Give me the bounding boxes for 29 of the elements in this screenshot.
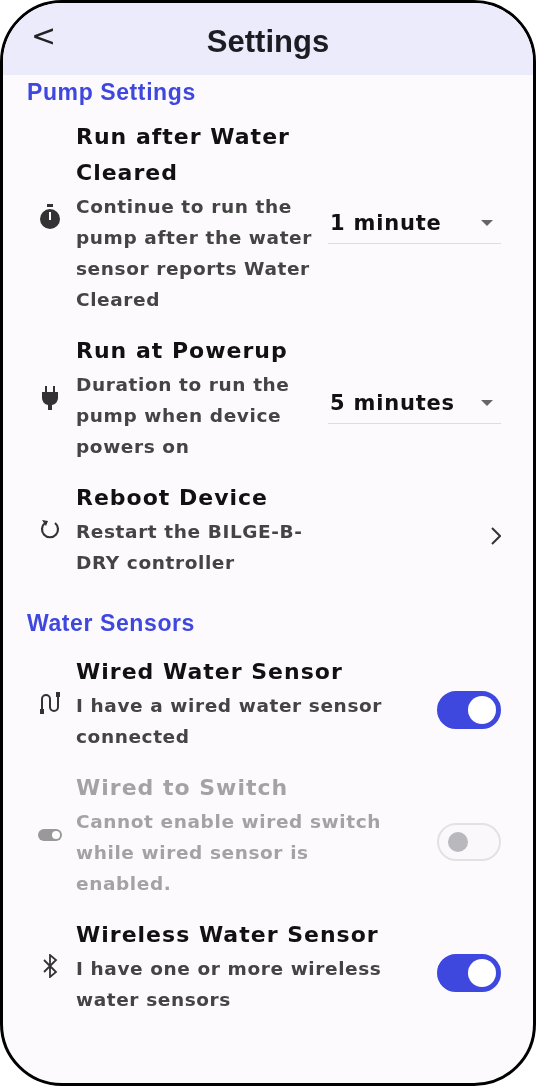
toggle-switch[interactable]: [437, 691, 501, 729]
setting-title: Wireless Water Sensor: [76, 921, 380, 949]
setting-description: Cannot enable wired switch while wired sensor is enabled.: [76, 810, 382, 896]
screen-title: Settings: [206, 24, 330, 60]
cable-icon: [38, 691, 62, 715]
toggle-icon: [38, 828, 62, 841]
setting-description: Continue to run the pump after the water sensor reports Water Cleared: [76, 195, 313, 312]
stopwatch-icon: [39, 204, 61, 230]
setting-title: Wired to Switch: [76, 774, 290, 802]
setting-title: Wired Water Sensor: [76, 658, 344, 686]
back-button[interactable]: <: [25, 21, 63, 51]
setting-description: I have a wired water sensor connected: [76, 694, 384, 749]
bluetooth-icon: [42, 954, 58, 978]
setting-description: Duration to run the pump when device powers on: [76, 373, 291, 459]
caret-icon: [481, 400, 493, 406]
toggle-switch[interactable]: [437, 954, 501, 992]
setting-description: I have one or more wireless water sensors: [76, 957, 383, 1012]
chevron-right-icon[interactable]: [491, 527, 501, 545]
plug-icon: [41, 385, 59, 410]
rotate-icon: [39, 518, 61, 540]
setting-title: Run at Powerup: [76, 337, 289, 365]
caret-icon: [481, 219, 493, 226]
setting-description: Restart the BILGE-B-DRY controller: [76, 520, 304, 575]
setting-title: Run after Water Cleared: [76, 123, 291, 187]
setting-title: Reboot Device: [76, 484, 270, 512]
duration-dropdown[interactable]: 1 minute: [328, 204, 501, 244]
section-heading: Pump Settings: [26, 78, 197, 107]
section-heading: Water Sensors: [26, 609, 196, 638]
duration-dropdown[interactable]: 5 minutes: [328, 385, 501, 424]
